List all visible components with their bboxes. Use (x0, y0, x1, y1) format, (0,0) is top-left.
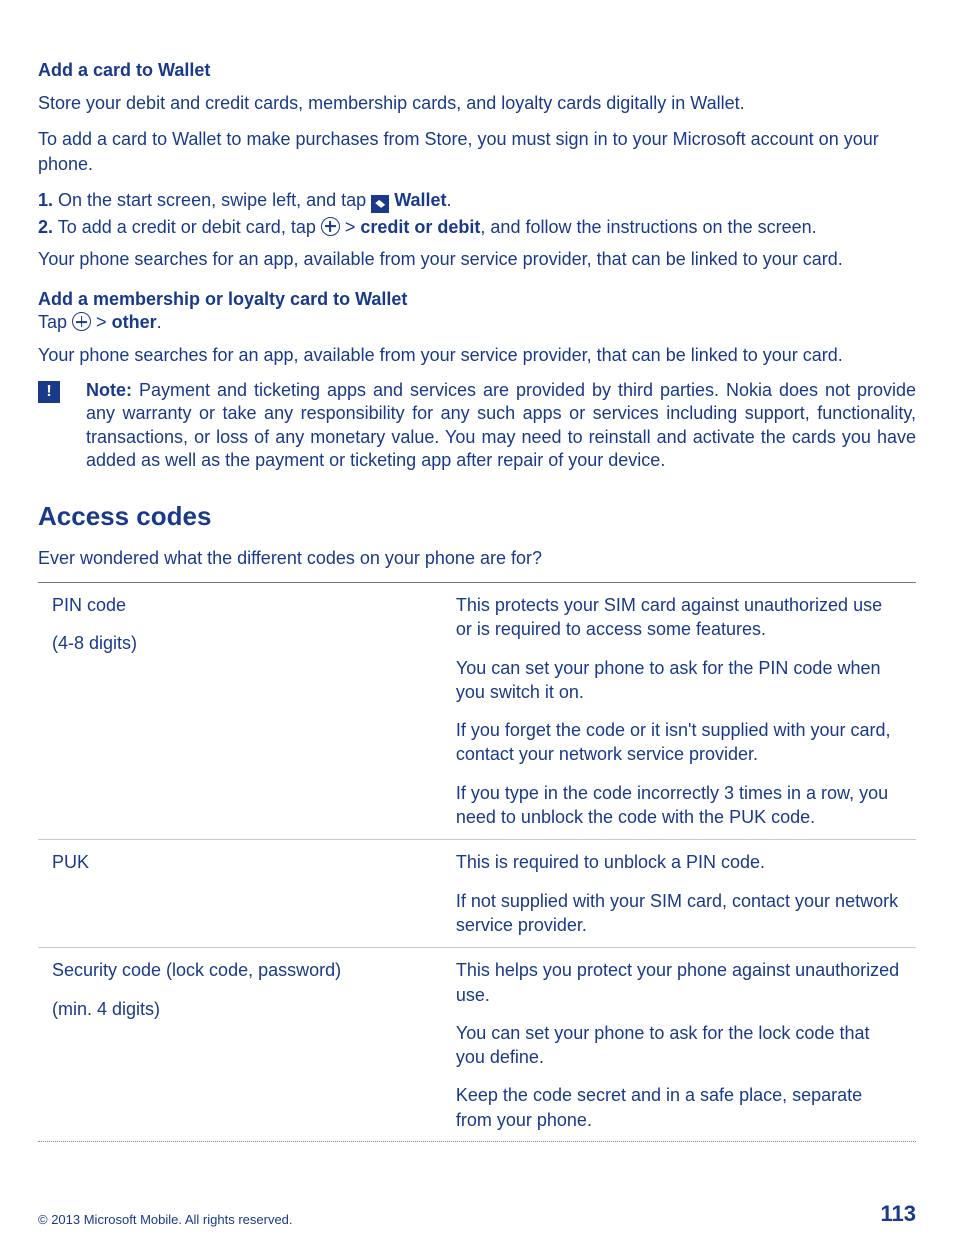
wallet-icon (371, 195, 389, 213)
searches-text: Your phone searches for an app, availabl… (38, 247, 916, 271)
table-row: PIN code (4-8 digits) This protects your… (38, 582, 916, 839)
step-text: To add a credit or debit card, tap (53, 217, 321, 237)
table-row: Security code (lock code, password) (min… (38, 948, 916, 1142)
copyright-text: © 2013 Microsoft Mobile. All rights rese… (38, 1212, 293, 1227)
code-desc: If not supplied with your SIM card, cont… (456, 889, 902, 938)
code-desc: Keep the code secret and in a safe place… (456, 1083, 902, 1132)
table-row: PUK This is required to unblock a PIN co… (38, 840, 916, 948)
note-icon: ! (38, 381, 60, 403)
step-number: 2. (38, 217, 53, 237)
code-name-cell: PUK (38, 840, 442, 948)
step-text: On the start screen, swipe left, and tap (53, 190, 371, 210)
period: . (157, 312, 162, 332)
credit-or-debit-label: credit or debit (360, 217, 480, 237)
step-text-b: , and follow the instructions on the scr… (480, 217, 816, 237)
code-sub: (4-8 digits) (52, 631, 428, 655)
code-desc: You can set your phone to ask for the lo… (456, 1021, 902, 1070)
tap-line: Tap > other. (38, 310, 916, 334)
step-1: 1. On the start screen, swipe left, and … (38, 188, 916, 213)
wallet-label: Wallet (394, 190, 446, 210)
code-desc: This is required to unblock a PIN code. (456, 850, 902, 874)
searches-text-2: Your phone searches for an app, availabl… (38, 343, 916, 367)
code-desc: If you type in the code incorrectly 3 ti… (456, 781, 902, 830)
note-block: ! Note: Payment and ticketing apps and s… (38, 379, 916, 473)
code-sub: (min. 4 digits) (52, 997, 428, 1021)
code-desc-cell: This helps you protect your phone agains… (442, 948, 916, 1142)
page-number: 113 (881, 1201, 917, 1227)
code-desc: You can set your phone to ask for the PI… (456, 656, 902, 705)
section-title: Add a card to Wallet (38, 60, 916, 81)
code-name: PUK (52, 850, 428, 874)
plus-circle-icon (321, 217, 340, 236)
code-desc-cell: This protects your SIM card against unau… (442, 582, 916, 839)
code-desc: This protects your SIM card against unau… (456, 593, 902, 642)
manual-page: Add a card to Wallet Store your debit an… (0, 0, 954, 1257)
code-desc-cell: This is required to unblock a PIN code. … (442, 840, 916, 948)
code-name: PIN code (52, 593, 428, 617)
note-text: Note: Payment and ticketing apps and ser… (86, 379, 916, 473)
note-icon-column: ! (38, 379, 86, 473)
tap-prefix: Tap (38, 312, 72, 332)
signin-text: To add a card to Wallet to make purchase… (38, 127, 916, 176)
code-name-cell: PIN code (4-8 digits) (38, 582, 442, 839)
intro-text: Store your debit and credit cards, membe… (38, 91, 916, 115)
note-body: Payment and ticketing apps and services … (86, 380, 916, 470)
step-2: 2. To add a credit or debit card, tap > … (38, 215, 916, 239)
chevron: > (96, 312, 107, 332)
code-name: Security code (lock code, password) (52, 958, 428, 982)
page-footer: © 2013 Microsoft Mobile. All rights rese… (38, 1201, 916, 1227)
topic-heading: Access codes (38, 501, 916, 532)
code-desc: This helps you protect your phone agains… (456, 958, 902, 1007)
other-label: other (112, 312, 157, 332)
code-desc: If you forget the code or it isn't suppl… (456, 718, 902, 767)
code-name-cell: Security code (lock code, password) (min… (38, 948, 442, 1142)
plus-circle-icon (72, 312, 91, 331)
period: . (447, 190, 452, 210)
chevron: > (345, 217, 356, 237)
dotted-divider (38, 1141, 916, 1142)
note-label: Note: (86, 380, 132, 400)
step-number: 1. (38, 190, 53, 210)
topic-intro: Ever wondered what the different codes o… (38, 546, 916, 570)
access-codes-table: PIN code (4-8 digits) This protects your… (38, 582, 916, 1142)
subsection-title: Add a membership or loyalty card to Wall… (38, 289, 916, 310)
